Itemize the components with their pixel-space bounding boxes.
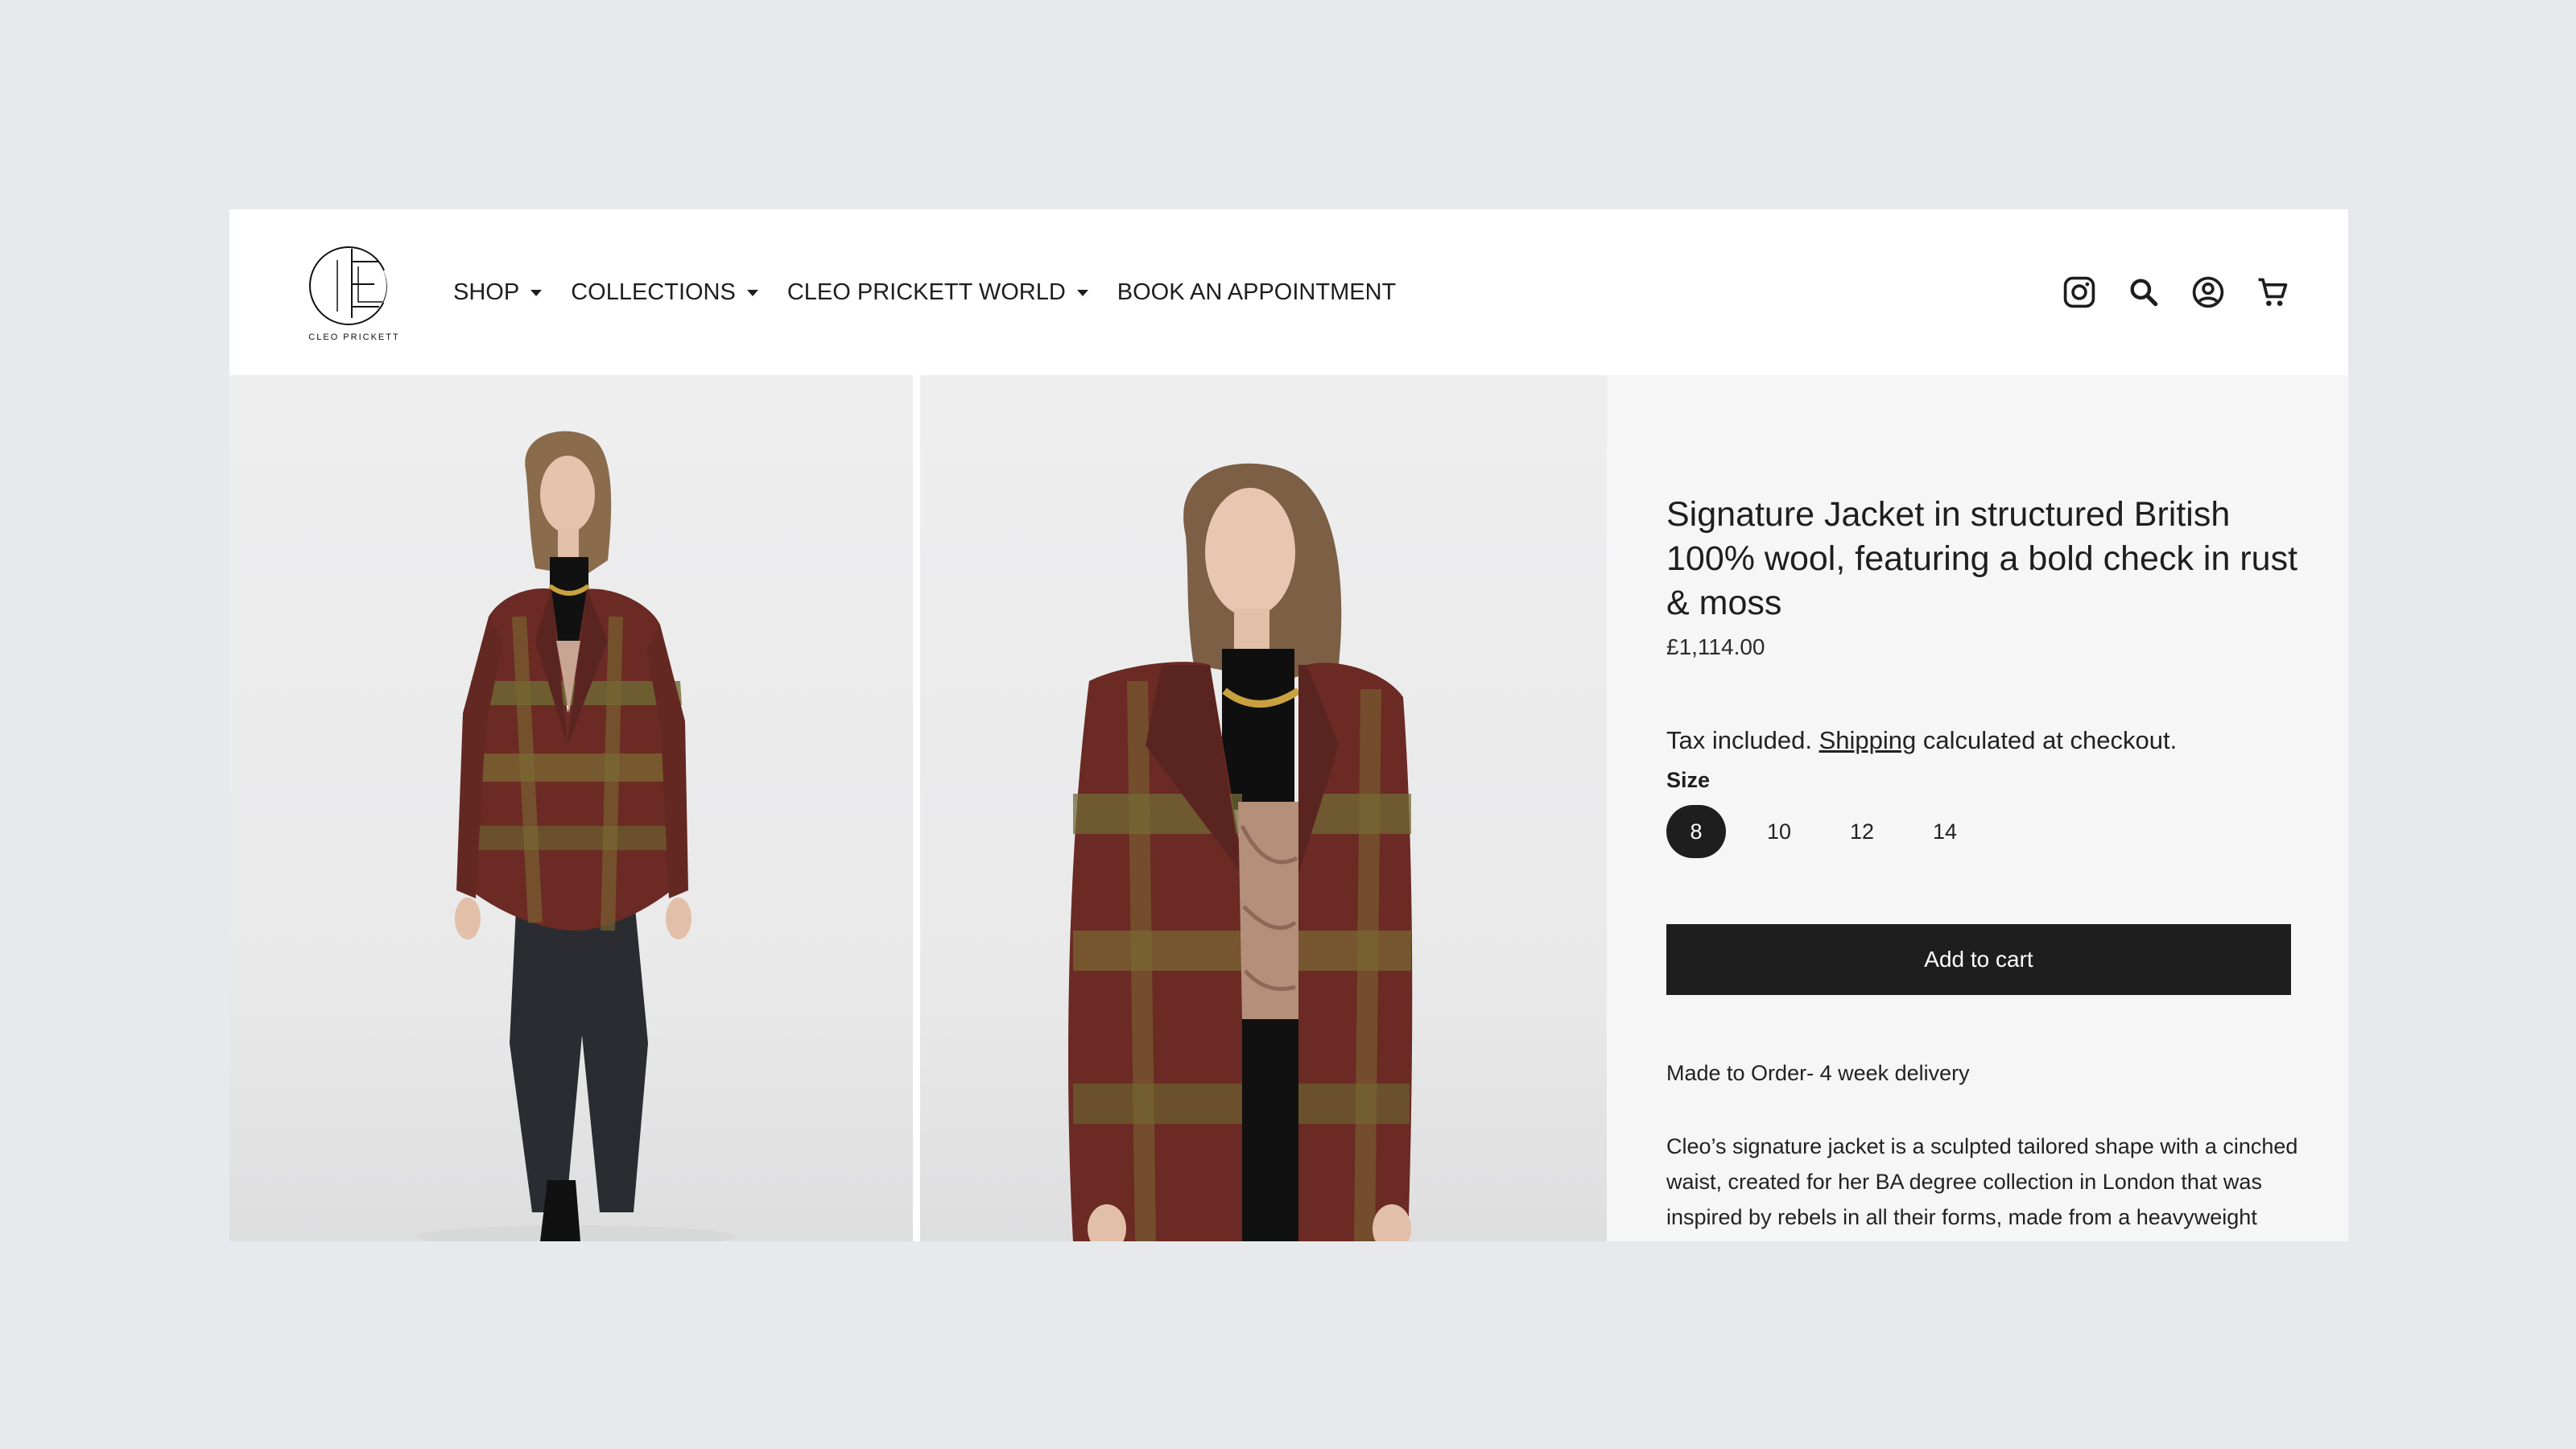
size-option-8[interactable]: 8 [1666, 805, 1726, 858]
caret-down-icon [530, 290, 543, 296]
product-image-close-up[interactable] [920, 375, 1607, 1241]
product-photo-full-length [415, 431, 737, 1241]
caret-down-icon [746, 290, 758, 296]
brand-logo-text: CLEO PRICKETT [308, 332, 400, 342]
search-icon[interactable] [2124, 273, 2163, 312]
product-description: Cleo’s signature jacket is a sculpted ta… [1666, 1134, 2298, 1229]
nav-item-shop[interactable]: SHOP [453, 279, 543, 306]
site-header: CLEO PRICKETT SHOP COLLECTIONS CLEO PRIC… [229, 209, 2348, 375]
brand-logo-mark [309, 246, 392, 325]
nav-item-label: COLLECTIONS [571, 279, 736, 305]
cart-icon[interactable] [2253, 273, 2292, 312]
nav-item-collections[interactable]: COLLECTIONS [571, 279, 758, 306]
size-selector: 8 10 12 14 [1666, 805, 1998, 858]
caret-down-icon [1076, 290, 1088, 296]
product-title: Signature Jacket in structured British 1… [1666, 495, 2298, 622]
add-to-cart-button[interactable]: Add to cart [1666, 924, 2291, 995]
nav-item-book-appointment[interactable]: BOOK AN APPOINTMENT [1117, 279, 1396, 306]
product-photo-close-up [1068, 463, 1413, 1241]
product-image-full-length[interactable] [229, 375, 913, 1241]
size-option-10[interactable]: 10 [1749, 805, 1809, 858]
header-icons [2034, 209, 2292, 375]
nav-item-label: BOOK AN APPOINTMENT [1117, 279, 1397, 305]
store-page: CLEO PRICKETT SHOP COLLECTIONS CLEO PRIC… [229, 209, 2348, 1241]
product-info-panel: Signature Jacket in structured British 1… [1607, 375, 2348, 1241]
nav-item-label: SHOP [453, 279, 520, 305]
gallery-divider [913, 375, 920, 1241]
product-price: £1,114.00 [1666, 634, 1765, 659]
account-icon[interactable] [2189, 273, 2227, 312]
size-option-12[interactable]: 12 [1832, 805, 1892, 858]
delivery-note: Made to Order- 4 week delivery [1666, 1061, 1970, 1085]
tax-prefix: Tax included. [1666, 726, 1812, 754]
nav-item-cleo-prickett-world[interactable]: CLEO PRICKETT WORLD [787, 279, 1088, 306]
tax-note: Tax included. Shipping calculated at che… [1666, 726, 2177, 755]
tax-suffix: calculated at checkout. [1922, 726, 2178, 754]
shipping-link[interactable]: Shipping [1819, 726, 1917, 754]
size-label: Size [1666, 768, 1711, 792]
instagram-icon[interactable] [2060, 273, 2099, 312]
nav-item-label: CLEO PRICKETT WORLD [786, 279, 1066, 305]
size-option-14[interactable]: 14 [1915, 805, 1975, 858]
main-nav: SHOP COLLECTIONS CLEO PRICKETT WORLD BOO… [453, 209, 1425, 375]
brand-logo[interactable]: CLEO PRICKETT [302, 237, 407, 350]
